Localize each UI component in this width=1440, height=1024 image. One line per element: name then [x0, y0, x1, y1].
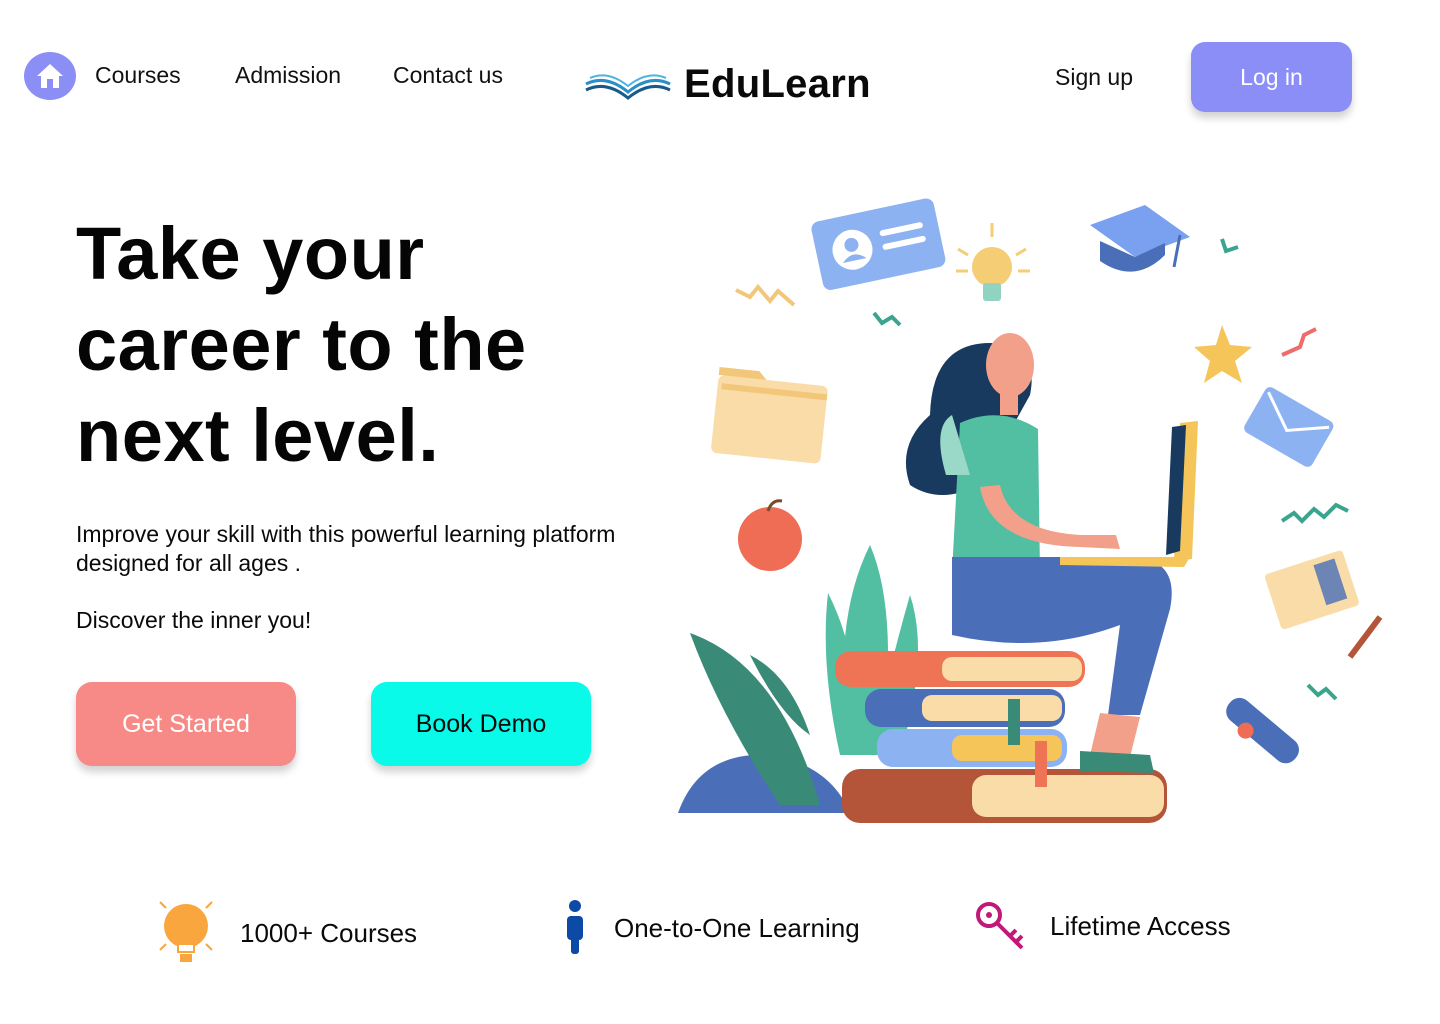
feature-one-to-one: One-to-One Learning	[560, 900, 860, 956]
apple-icon	[738, 499, 802, 571]
envelope-icon	[1244, 387, 1334, 467]
home-button[interactable]	[24, 52, 76, 100]
folder-icon	[711, 366, 828, 464]
hero-title-line-2: career to the	[76, 303, 527, 386]
home-icon	[37, 64, 63, 88]
id-card-icon	[811, 198, 946, 290]
feature-courses-label: 1000+ Courses	[240, 917, 418, 948]
nav-link-courses[interactable]: Courses	[95, 62, 181, 89]
open-book-icon	[585, 73, 671, 100]
login-button[interactable]: Log in	[1191, 42, 1352, 112]
letter-icon	[1265, 550, 1359, 630]
pen-icon	[1347, 615, 1383, 659]
hero-tagline: Discover the inner you!	[76, 607, 312, 633]
diploma-scroll-icon	[1226, 697, 1299, 764]
get-started-button[interactable]: Get Started	[76, 682, 296, 766]
graduation-cap-icon	[1090, 205, 1190, 272]
person-icon	[567, 900, 583, 954]
brand-logo[interactable]: EduLearn	[584, 62, 871, 107]
brand-name: EduLearn	[684, 62, 871, 106]
idea-bulb-icon	[956, 223, 1030, 301]
feature-courses: 1000+ Courses	[156, 900, 417, 966]
feature-lifetime-label: Lifetime Access	[1050, 910, 1231, 941]
feature-lifetime: Lifetime Access	[974, 900, 1231, 952]
signup-link[interactable]: Sign up	[1055, 64, 1133, 91]
nav-link-admission[interactable]: Admission	[235, 62, 341, 89]
hero-title-line-1: Take your	[76, 212, 425, 295]
feature-one-to-one-label: One-to-One Learning	[614, 912, 860, 943]
hero-illustration	[678, 198, 1383, 823]
key-icon	[976, 902, 1024, 950]
book-demo-button[interactable]: Book Demo	[371, 682, 591, 766]
lightbulb-icon	[159, 901, 213, 962]
star-icon	[1194, 325, 1252, 383]
nav-link-contact[interactable]: Contact us	[393, 62, 503, 89]
hero-subtitle: Improve your skill with this powerful le…	[76, 521, 616, 576]
hero-title-line-3: next level.	[76, 394, 440, 477]
hero-title: Take your career to the next level.	[76, 208, 636, 481]
